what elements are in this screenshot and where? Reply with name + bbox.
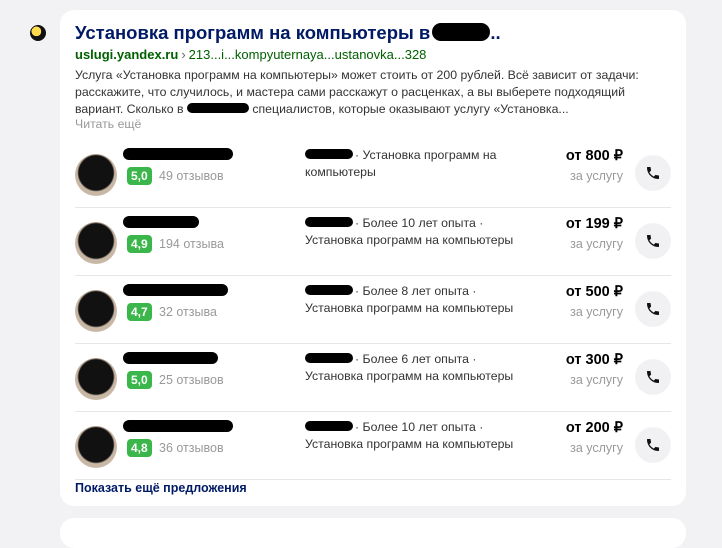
offer-price: от 300 ₽ bbox=[565, 352, 623, 368]
redacted-blot bbox=[432, 23, 491, 41]
offer-row[interactable]: 5,0 25 отзывов · Более 6 лет опыта · Уст… bbox=[75, 344, 671, 412]
price-unit: за услугу bbox=[570, 305, 623, 319]
redacted-blot bbox=[305, 421, 353, 431]
result-url[interactable]: uslugi.yandex.ru › 213...i...kompyuternaya… bbox=[75, 47, 426, 62]
rating-badge: 4,7 bbox=[127, 303, 152, 321]
offer-price: от 800 ₽ bbox=[565, 148, 623, 164]
offer-description: · Более 8 лет опыта · Установка программ… bbox=[305, 283, 535, 317]
avatar bbox=[75, 358, 117, 400]
redacted-blot bbox=[305, 149, 353, 159]
price-unit: за услугу bbox=[570, 237, 623, 251]
reviews-link[interactable]: 36 отзывов bbox=[159, 441, 224, 455]
avatar bbox=[75, 222, 117, 264]
redacted-blot bbox=[305, 217, 353, 227]
offer-description: · Более 10 лет опыта · Установка програм… bbox=[305, 215, 535, 249]
price-unit: за услугу bbox=[570, 441, 623, 455]
redacted-name bbox=[123, 148, 233, 160]
result-domain[interactable]: uslugi.yandex.ru bbox=[75, 47, 178, 62]
phone-icon bbox=[647, 371, 659, 383]
result-title-text[interactable]: Установка программ на компьютеры в bbox=[75, 22, 430, 43]
result-path[interactable]: 213...i...kompyuternaya...ustanovka...32… bbox=[189, 47, 427, 62]
next-result-card bbox=[60, 518, 686, 548]
redacted-blot bbox=[186, 103, 249, 113]
rating-badge: 5,0 bbox=[127, 371, 152, 389]
offer-price: от 500 ₽ bbox=[565, 284, 623, 300]
show-more-offers-link[interactable]: Показать ещё предложения bbox=[75, 481, 247, 495]
result-snippet: Услуга «Установка программ на компьютеры… bbox=[75, 67, 665, 118]
search-result-card: Установка программ на компьютеры в.. usl… bbox=[60, 10, 686, 506]
result-title[interactable]: Установка программ на компьютеры в.. bbox=[75, 22, 501, 44]
offer-row[interactable]: 4,7 32 отзыва · Более 8 лет опыта · Уста… bbox=[75, 276, 671, 344]
call-button[interactable] bbox=[635, 359, 671, 395]
rating-badge: 4,9 bbox=[127, 235, 152, 253]
offer-description: · Установка программ на компьютеры bbox=[305, 147, 535, 181]
redacted-blot bbox=[305, 353, 353, 363]
call-button[interactable] bbox=[635, 427, 671, 463]
phone-icon bbox=[647, 303, 659, 315]
redacted-name bbox=[123, 420, 233, 432]
yandex-favicon-icon bbox=[30, 25, 46, 41]
redacted-name bbox=[123, 216, 199, 228]
offer-description: · Более 6 лет опыта · Установка программ… bbox=[305, 351, 535, 385]
price-unit: за услугу bbox=[570, 373, 623, 387]
avatar bbox=[75, 426, 117, 468]
reviews-link[interactable]: 25 отзывов bbox=[159, 373, 224, 387]
reviews-link[interactable]: 49 отзывов bbox=[159, 169, 224, 183]
reviews-link[interactable]: 32 отзыва bbox=[159, 305, 217, 319]
offer-price: от 199 ₽ bbox=[565, 216, 623, 232]
phone-icon bbox=[647, 167, 659, 179]
read-more-link[interactable]: Читать ещё bbox=[75, 117, 141, 131]
offer-price: от 200 ₽ bbox=[565, 420, 623, 436]
redacted-name bbox=[123, 352, 218, 364]
avatar bbox=[75, 290, 117, 332]
snippet-part-2: специалистов, которые оказывают услугу «… bbox=[252, 102, 569, 116]
phone-icon bbox=[647, 439, 659, 451]
url-separator: › bbox=[181, 47, 186, 62]
redacted-blot bbox=[305, 285, 353, 295]
rating-badge: 4,8 bbox=[127, 439, 152, 457]
reviews-link[interactable]: 194 отзыва bbox=[159, 237, 224, 251]
offer-row[interactable]: 5,0 49 отзывов · Установка программ на к… bbox=[75, 140, 671, 208]
offer-row[interactable]: 4,9 194 отзыва · Более 10 лет опыта · Ус… bbox=[75, 208, 671, 276]
call-button[interactable] bbox=[635, 155, 671, 191]
price-unit: за услугу bbox=[570, 169, 623, 183]
offer-description: · Более 10 лет опыта · Установка програм… bbox=[305, 419, 535, 453]
redacted-name bbox=[123, 284, 228, 296]
call-button[interactable] bbox=[635, 223, 671, 259]
phone-icon bbox=[647, 235, 659, 247]
result-title-suffix[interactable]: .. bbox=[490, 22, 500, 43]
rating-badge: 5,0 bbox=[127, 167, 152, 185]
call-button[interactable] bbox=[635, 291, 671, 327]
offer-row[interactable]: 4,8 36 отзывов · Более 10 лет опыта · Ус… bbox=[75, 412, 671, 480]
avatar bbox=[75, 154, 117, 196]
